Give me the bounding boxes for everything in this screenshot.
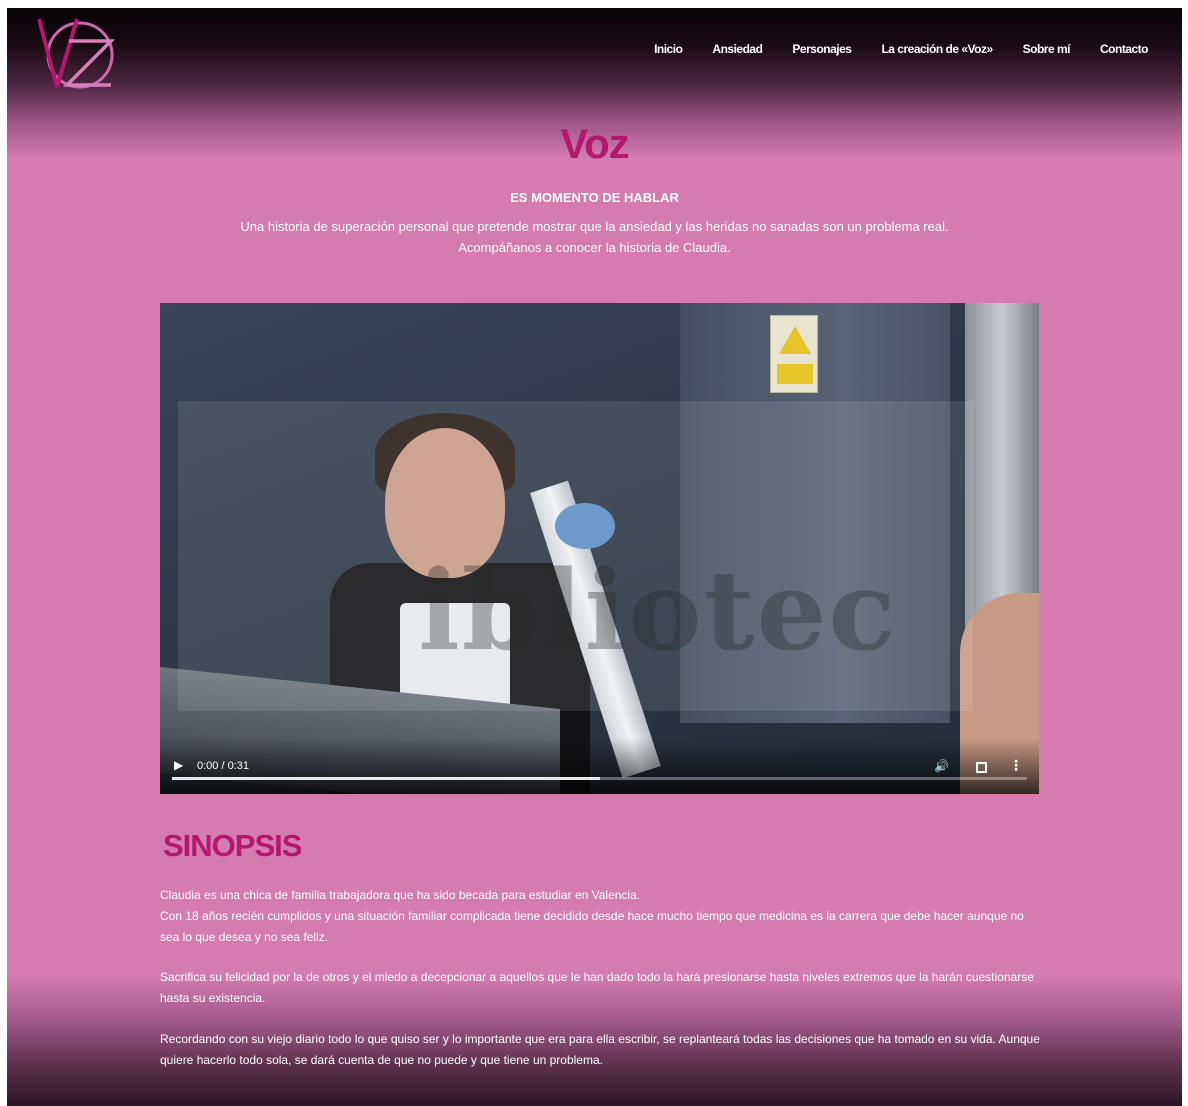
nav-item-personajes[interactable]: Personajes (792, 42, 852, 56)
warning-sign-icon (770, 315, 818, 393)
hero-subtitle: ES MOMENTO DE HABLAR (510, 190, 679, 205)
video-controls: ▶ 0:00 / 0:31 🔊 ⋮ (160, 738, 1039, 794)
tagline-line-2: Acompáñanos a conocer la historia de Cla… (458, 240, 731, 255)
nav-item-ansiedad[interactable]: Ansiedad (712, 42, 763, 56)
video-player[interactable]: ibliotec ▶ 0:00 / 0:31 🔊 ⋮ (160, 303, 1039, 794)
logo-vz-icon[interactable] (35, 11, 115, 91)
synopsis-paragraph-2: Sacrifica su felicidad por la de otros y… (160, 970, 1034, 1005)
watermark-text: ibliotec (418, 546, 898, 675)
main-nav: Inicio Ansiedad Personajes La creación d… (654, 42, 1148, 56)
watermark-overlay: ibliotec (178, 401, 973, 711)
video-progress-bar[interactable] (172, 777, 1027, 780)
video-time: 0:00 / 0:31 (197, 760, 249, 772)
nav-item-creacion-voz[interactable]: La creación de «Voz» (881, 42, 993, 56)
nav-item-inicio[interactable]: Inicio (654, 42, 683, 56)
nav-item-sobre-mi[interactable]: Sobre mí (1023, 42, 1071, 56)
volume-icon[interactable]: 🔊 (934, 759, 949, 773)
nav-item-contacto[interactable]: Contacto (1100, 42, 1149, 56)
synopsis-p1-line1: Claudia es una chica de familia trabajad… (160, 888, 641, 902)
fullscreen-icon[interactable] (976, 762, 987, 773)
page-title: Voz (560, 120, 630, 167)
play-icon[interactable]: ▶ (174, 758, 183, 772)
synopsis-paragraph-3: Recordando con su viejo diario todo lo q… (160, 1032, 1040, 1067)
page: Inicio Ansiedad Personajes La creación d… (7, 8, 1182, 1106)
video-progress-fill (172, 777, 600, 780)
tagline-line-1: Una historia de superación personal que … (240, 219, 949, 234)
synopsis-title: SINOPSIS (163, 828, 302, 863)
hero-tagline: Una historia de superación personal que … (7, 216, 1182, 258)
synopsis-p1-line2: Con 18 años recién cumplidos y una situa… (160, 909, 1024, 944)
more-vertical-icon[interactable]: ⋮ (1009, 757, 1023, 774)
synopsis-paragraph-1: Claudia es una chica de familia trabajad… (160, 885, 1040, 948)
